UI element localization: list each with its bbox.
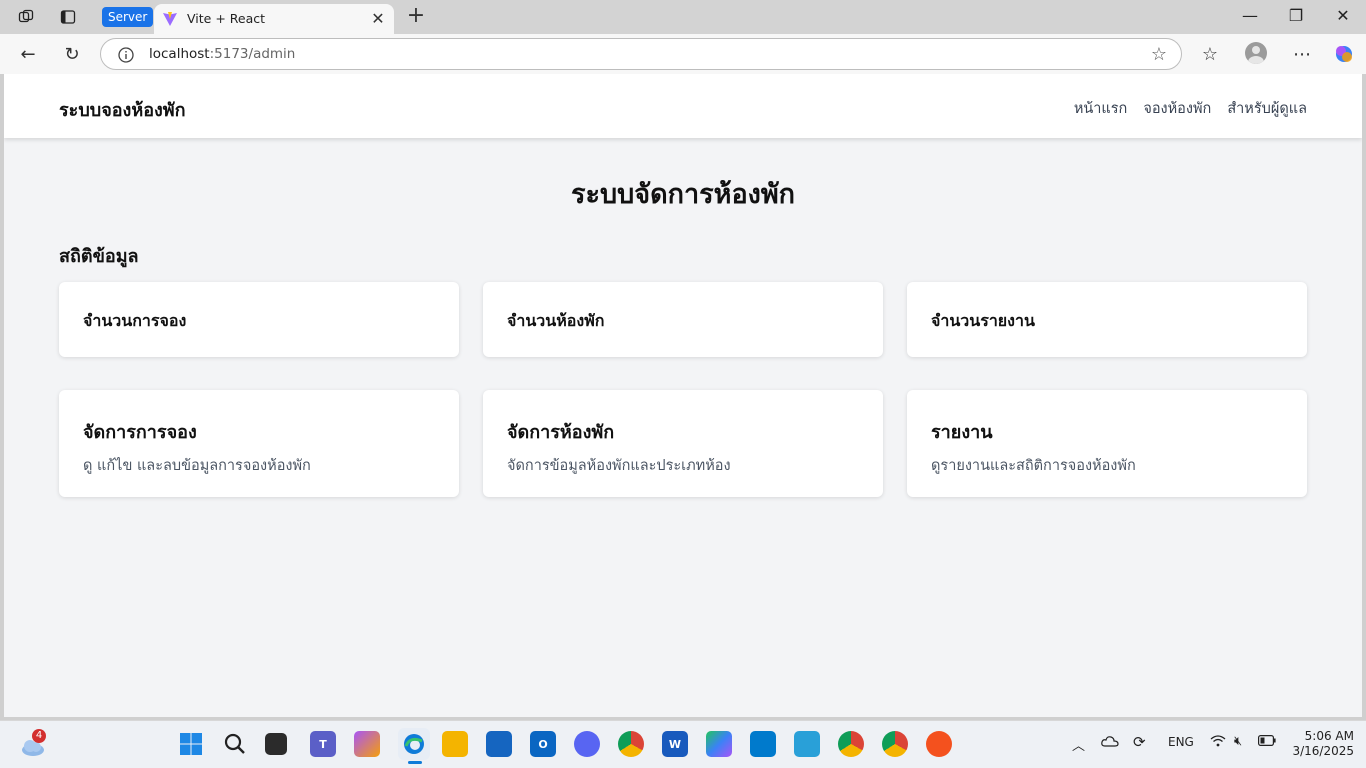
stats-section-title: สถิติข้อมูล: [59, 246, 139, 267]
show-hidden-icons[interactable]: ︿: [1072, 735, 1085, 754]
url-path: :5173/admin: [209, 46, 296, 62]
nav-link-home[interactable]: หน้าแรก: [1074, 97, 1128, 120]
profile-avatar[interactable]: [1245, 42, 1267, 64]
stat-card-label: จำนวนรายงาน: [931, 311, 1035, 330]
battery-icon[interactable]: [1258, 735, 1276, 749]
refresh-icon[interactable]: ↻: [60, 42, 84, 66]
outlook-icon[interactable]: O: [530, 731, 556, 757]
tab-vite-react[interactable]: Vite + React ✕: [154, 4, 394, 34]
copilot-app-icon[interactable]: [354, 731, 380, 757]
minimize-icon[interactable]: —: [1238, 6, 1262, 25]
page-viewport: ระบบจองห้องพัก หน้าแรก จองห้องพัก สำหรับ…: [4, 74, 1362, 717]
stat-card-reports: จำนวนรายงาน: [907, 282, 1307, 357]
browser-tab-strip: Server Vite + React ✕ + — ❐ ✕: [0, 0, 1366, 34]
site-navbar: ระบบจองห้องพัก หน้าแรก จองห้องพัก สำหรับ…: [4, 74, 1362, 138]
system-clock[interactable]: 5:06 AM 3/16/2025: [1288, 729, 1354, 759]
language-indicator[interactable]: ENG: [1168, 735, 1194, 749]
site-info-icon[interactable]: [117, 46, 135, 64]
manage-rooms-card[interactable]: จัดการห้องพัก จัดการข้อมูลห้องพักและประเ…: [483, 390, 883, 497]
back-icon[interactable]: ←: [16, 42, 40, 66]
reports-card[interactable]: รายงาน ดูรายงานและสถิติการจองห้องพัก: [907, 390, 1307, 497]
tab-title: Vite + React: [187, 11, 266, 26]
tab-actions-icon[interactable]: [59, 8, 77, 26]
file-explorer-icon[interactable]: [442, 731, 468, 757]
postman-icon[interactable]: [926, 731, 952, 757]
onedrive-icon[interactable]: [1101, 735, 1119, 750]
address-bar[interactable]: localhost:5173/admin ☆: [100, 38, 1182, 70]
workspaces-icon[interactable]: [17, 8, 35, 26]
window-close-icon[interactable]: ✕: [1331, 6, 1355, 25]
favorites-icon[interactable]: ☆: [1198, 42, 1222, 66]
vite-logo-icon: [163, 12, 177, 26]
card-title: จัดการห้องพัก: [507, 422, 615, 443]
vscode-icon[interactable]: [750, 731, 776, 757]
word-icon[interactable]: W: [662, 731, 688, 757]
tab-group-server[interactable]: Server: [102, 7, 154, 27]
url-text: localhost:5173/admin: [149, 46, 295, 62]
weather-badge: 4: [32, 729, 46, 743]
site-brand[interactable]: ระบบจองห้องพัก: [59, 95, 186, 124]
card-description: จัดการข้อมูลห้องพักและประเภทห้อง: [507, 458, 731, 474]
manage-bookings-card[interactable]: จัดการการจอง ดู แก้ไข และลบข้อมูลการจองห…: [59, 390, 459, 497]
m365-icon[interactable]: [706, 731, 732, 757]
stat-card-rooms: จำนวนห้องพัก: [483, 282, 883, 357]
clock-time: 5:06 AM: [1304, 729, 1354, 743]
stat-card-label: จำนวนห้องพัก: [507, 311, 605, 330]
favorite-star-icon[interactable]: ☆: [1151, 44, 1167, 65]
page-title: ระบบจัดการห้องพัก: [571, 179, 795, 210]
nav-link-admin[interactable]: สำหรับผู้ดูแล: [1227, 97, 1307, 120]
chrome-profile-icon[interactable]: [838, 731, 864, 757]
nav-link-booking[interactable]: จองห้องพัก: [1143, 97, 1211, 120]
task-view-icon[interactable]: [265, 733, 287, 755]
windows-taskbar: 4 T O W ︿ ⟳ ENG 🔇︎ 5:06 AM 3/16/2025: [0, 720, 1366, 768]
card-title: รายงาน: [931, 422, 993, 443]
sync-icon[interactable]: ⟳: [1133, 733, 1146, 751]
copilot-icon[interactable]: [1332, 42, 1356, 66]
chrome-icon[interactable]: [618, 731, 644, 757]
card-title: จัดการการจอง: [83, 422, 197, 443]
discord-icon[interactable]: [574, 731, 600, 757]
store-icon[interactable]: [486, 731, 512, 757]
edge-taskbar-button[interactable]: [398, 728, 430, 760]
chrome-profile-2-icon[interactable]: [882, 731, 908, 757]
edge-active-indicator: [408, 761, 422, 764]
start-icon[interactable]: [178, 731, 204, 757]
wifi-icon[interactable]: [1210, 735, 1226, 750]
browser-toolbar: ← ↻ localhost:5173/admin ☆ ☆ ⋯: [0, 34, 1366, 74]
restore-icon[interactable]: ❐: [1284, 6, 1308, 25]
more-options-icon[interactable]: ⋯: [1290, 42, 1314, 66]
stat-card-label: จำนวนการจอง: [83, 311, 187, 330]
close-tab-icon[interactable]: ✕: [370, 9, 386, 28]
search-icon[interactable]: [222, 731, 248, 757]
notepad-icon[interactable]: [794, 731, 820, 757]
url-host: localhost: [149, 46, 210, 62]
volume-muted-icon[interactable]: 🔇︎: [1234, 734, 1242, 749]
new-tab-icon[interactable]: +: [406, 5, 426, 27]
teams-icon[interactable]: T: [310, 731, 336, 757]
nav-links: หน้าแรก จองห้องพัก สำหรับผู้ดูแล: [1074, 97, 1307, 120]
edge-icon: [404, 734, 424, 754]
card-description: ดู แก้ไข และลบข้อมูลการจองห้องพัก: [83, 458, 311, 474]
stat-card-bookings: จำนวนการจอง: [59, 282, 459, 357]
card-description: ดูรายงานและสถิติการจองห้องพัก: [931, 458, 1136, 474]
clock-date: 3/16/2025: [1292, 744, 1354, 758]
